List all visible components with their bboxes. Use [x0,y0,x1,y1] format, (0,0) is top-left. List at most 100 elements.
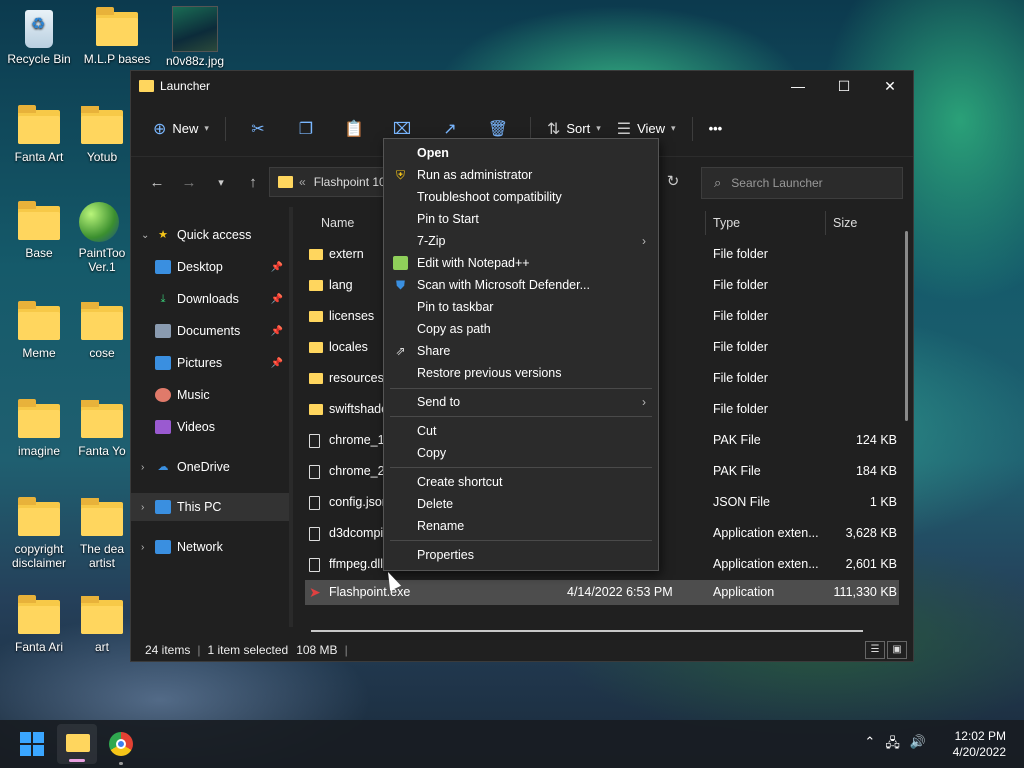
file-list-scrollbar[interactable] [905,231,908,421]
sidebar-item-downloads[interactable]: ⤓ Downloads 📌 [131,285,289,313]
delete-icon[interactable]: 🗑 [474,119,522,139]
desktop-icon-meme[interactable]: Meme [0,301,78,360]
pin-icon[interactable]: 📌 [271,294,283,305]
chevron-down-icon: ▾ [671,123,676,133]
details-view-icon[interactable]: ☰ [865,641,885,659]
computer-icon [155,500,171,514]
pin-icon[interactable]: 📌 [271,262,283,273]
menu-item-scan-defender[interactable]: ⛊ Scan with Microsoft Defender... [384,274,658,296]
menu-item-troubleshoot[interactable]: Troubleshoot compatibility [384,186,658,208]
column-header-type[interactable]: Type [713,211,740,235]
up-arrow-icon[interactable]: ↑ [237,174,269,191]
paste-icon[interactable]: 📋 [330,119,378,139]
sidebar-item-desktop[interactable]: Desktop 📌 [131,253,289,281]
sidebar-item-quick-access[interactable]: ⌄ ★ Quick access [131,221,289,249]
sort-arrows-icon: ⇅ [546,120,561,138]
column-header-name[interactable]: Name [321,211,354,235]
chevron-right-icon[interactable]: › [141,542,155,553]
search-box[interactable]: ⌕ Search Launcher [701,167,903,199]
menu-item-rename[interactable]: Rename [384,515,658,537]
desktop-icon-image-file[interactable]: n0v88z.jpg [156,6,234,68]
chevron-right-icon[interactable]: › [141,462,155,473]
desktop-icon-imagine[interactable]: imagine [0,399,78,458]
desktop-icon-painttool[interactable]: PaintToo Ver.1 [74,202,130,274]
cut-icon[interactable]: ✂ [234,119,282,139]
sidebar-item-onedrive[interactable]: › ☁ OneDrive [131,453,289,481]
desktop-icon-art[interactable]: art [74,596,130,654]
maximize-button[interactable]: ☐ [821,71,867,101]
forward-arrow-icon[interactable]: → [173,174,205,191]
volume-icon[interactable]: 🔊 [910,734,926,756]
menu-item-run-as-administrator[interactable]: ⛨ Run as administrator [384,164,658,186]
network-icon[interactable]: 🖧 [885,734,900,756]
breadcrumb-path[interactable]: Flashpoint 10 [314,175,386,189]
desktop-icon-base[interactable]: Base [0,201,78,260]
rename-icon[interactable]: ⌧ [378,119,426,139]
column-divider[interactable] [705,211,706,235]
sidebar-item-music[interactable]: Music [131,381,289,409]
pin-icon[interactable]: 📌 [271,326,283,337]
pin-icon[interactable]: 📌 [271,358,283,369]
minimize-button[interactable]: — [775,71,821,101]
file-size: 3,628 KB [845,526,897,540]
close-button[interactable]: ✕ [867,71,913,101]
desktop-icon-mlp-bases[interactable]: M.L.P bases [78,7,156,66]
folder-icon [16,105,62,146]
sidebar-item-network[interactable]: › Network [131,533,289,561]
refresh-icon[interactable]: ↻ [657,167,689,197]
chevron-down-icon[interactable]: ⌄ [141,230,155,241]
sidebar-scrollbar[interactable] [289,207,293,627]
sidebar-item-pictures[interactable]: Pictures 📌 [131,349,289,377]
sidebar-item-this-pc[interactable]: › This PC [131,493,289,521]
address-bar[interactable]: « Flashpoint 10 [269,167,389,197]
menu-item-properties[interactable]: Properties [384,544,658,566]
copy-icon[interactable]: ❐ [282,119,330,139]
sidebar-item-documents[interactable]: Documents 📌 [131,317,289,345]
menu-item-7zip[interactable]: 7-Zip › [384,230,658,252]
chevron-up-icon[interactable]: ⌃ [864,734,875,756]
desktop-icon-cose[interactable]: cose [74,302,130,360]
menu-item-share[interactable]: ⇗ Share [384,340,658,362]
column-divider[interactable] [825,211,826,235]
chrome-icon[interactable] [109,732,133,756]
desktop-icon-copyright[interactable]: copyright disclaimer [0,497,78,570]
desktop-icon-fanta-yo[interactable]: Fanta Yo [74,400,130,458]
folder-icon [16,497,62,538]
menu-item-pin-to-taskbar[interactable]: Pin to taskbar [384,296,658,318]
menu-item-send-to[interactable]: Send to › [384,391,658,413]
desktop-icon-fanta-ari[interactable]: Fanta Ari [0,595,78,654]
desktop-icon-the-dea-artist[interactable]: The dea artist [74,498,130,570]
network-icon [155,540,171,554]
desktop-icon-label: PaintToo Ver.1 [78,246,126,274]
menu-item-copy-as-path[interactable]: Copy as path [384,318,658,340]
menu-item-cut[interactable]: Cut [384,420,658,442]
clock[interactable]: 12:02 PM 4/20/2022 [953,728,1006,760]
windows-start-icon[interactable] [20,732,44,756]
recent-locations-chevron-icon[interactable]: ▾ [205,176,237,189]
title-bar[interactable]: Launcher — ☐ ✕ [131,71,913,101]
horizontal-scrollbar[interactable] [311,630,863,632]
column-header-size[interactable]: Size [833,211,857,235]
active-indicator [69,759,85,762]
menu-item-edit-notepad[interactable]: Edit with Notepad++ [384,252,658,274]
desktop-icon-fanta-art[interactable]: Fanta Art [0,105,78,164]
desktop-icon-label: Fanta Ari [14,640,64,654]
desktop-icon-yotub[interactable]: Yotub [74,106,130,164]
desktop-icon-recycle-bin[interactable]: Recycle Bin [0,8,78,66]
menu-item-restore-versions[interactable]: Restore previous versions [384,362,658,384]
menu-item-pin-to-start[interactable]: Pin to Start [384,208,658,230]
tiles-view-icon[interactable]: ▣ [887,641,907,659]
menu-item-create-shortcut[interactable]: Create shortcut [384,471,658,493]
chevron-right-icon[interactable]: › [141,502,155,513]
breadcrumb-overflow[interactable]: « [299,175,306,189]
sidebar-item-videos[interactable]: Videos [131,413,289,441]
new-button[interactable]: ⊕ New ▾ [145,113,217,145]
menu-item-delete[interactable]: Delete [384,493,658,515]
folder-icon [66,734,90,752]
menu-item-open[interactable]: Open [384,142,658,164]
menu-item-copy[interactable]: Copy [384,442,658,464]
share-icon[interactable]: ↗ [426,119,474,139]
taskbar-file-explorer[interactable] [57,724,97,764]
back-arrow-icon[interactable]: ← [141,174,173,191]
more-options-button[interactable]: ••• [701,113,731,145]
